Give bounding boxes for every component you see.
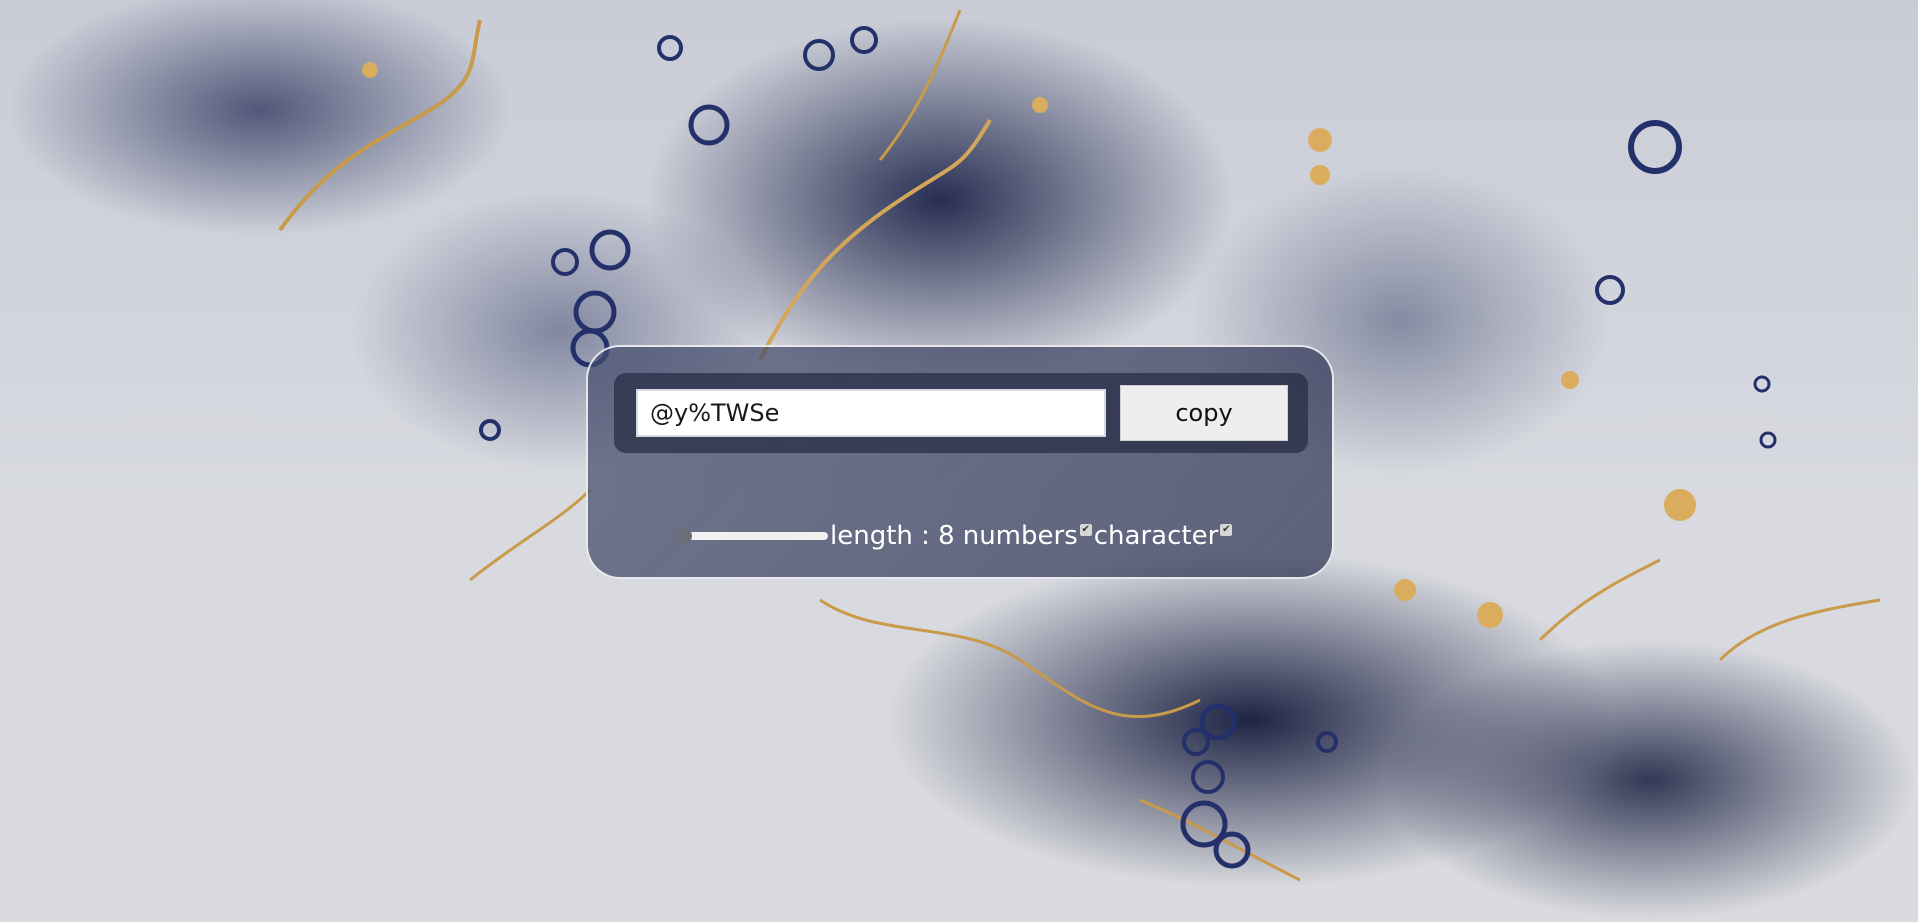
password-field[interactable] bbox=[636, 389, 1106, 437]
length-label: length : 8 bbox=[830, 521, 955, 551]
character-checkbox[interactable]: ✔ bbox=[1220, 524, 1233, 536]
generator-options: length : 8 numbers ✔ character ✔ bbox=[676, 519, 1234, 553]
numbers-label: numbers bbox=[962, 521, 1078, 551]
length-slider-thumb[interactable] bbox=[676, 528, 692, 544]
password-generator-card: copy length : 8 numbers ✔ character ✔ bbox=[586, 345, 1334, 579]
character-label: character bbox=[1093, 521, 1219, 551]
numbers-checkbox[interactable]: ✔ bbox=[1079, 524, 1092, 536]
password-display-row: copy bbox=[614, 373, 1308, 453]
length-slider[interactable] bbox=[676, 528, 828, 544]
length-slider-track[interactable] bbox=[676, 532, 828, 540]
copy-button[interactable]: copy bbox=[1120, 385, 1288, 441]
